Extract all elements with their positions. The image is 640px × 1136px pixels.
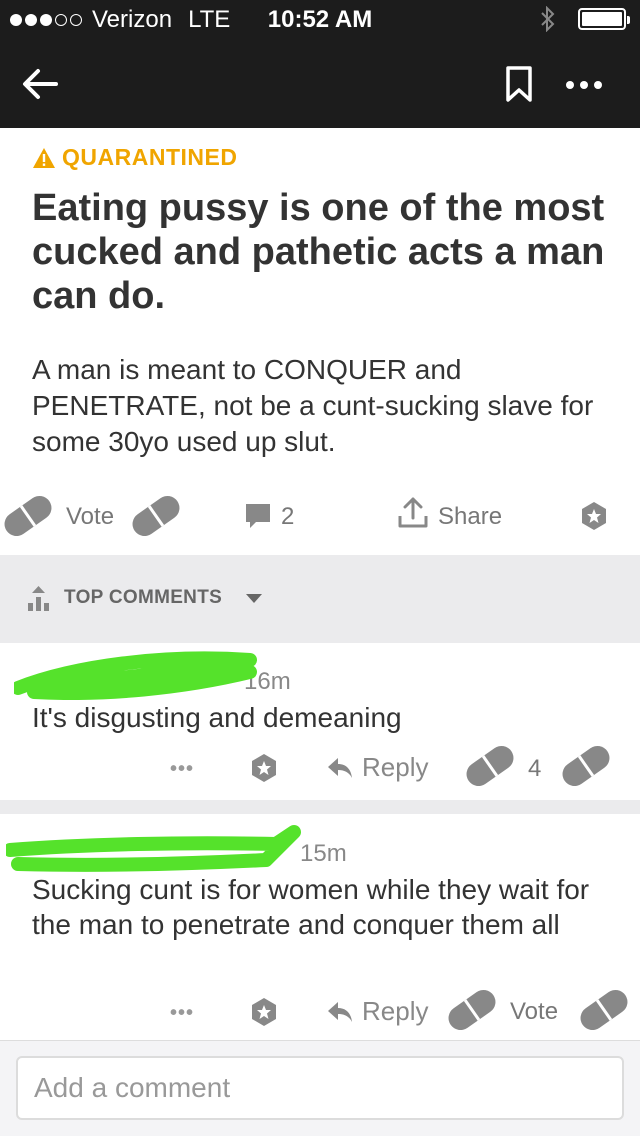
comment-text: It's disgusting and demeaning	[32, 702, 402, 733]
bookmark-icon[interactable]	[502, 64, 536, 104]
share-label[interactable]: Share	[438, 503, 502, 531]
reply-button[interactable]: Reply	[326, 752, 428, 783]
chevron-down-icon[interactable]	[246, 594, 262, 603]
sort-arrow-icon	[28, 586, 49, 611]
quarantine-badge: QUARANTINED	[32, 144, 237, 171]
vote-label: Vote	[510, 998, 559, 1025]
comment-more-icon[interactable]: •••	[170, 1002, 194, 1025]
comment-more-icon[interactable]: •••	[170, 758, 194, 781]
upvote-icon[interactable]	[444, 986, 500, 1034]
comment-score: 4	[528, 755, 542, 782]
award-star-icon[interactable]	[578, 500, 610, 532]
downvote-icon[interactable]	[558, 742, 614, 790]
award-star-icon[interactable]	[248, 996, 280, 1028]
upvote-icon[interactable]	[462, 742, 518, 790]
reply-label: Reply	[362, 752, 429, 782]
comment-bubble-icon[interactable]	[244, 502, 272, 530]
upvote-icon[interactable]	[0, 492, 56, 540]
username-redaction-scribble	[6, 825, 301, 872]
comment-divider	[0, 800, 640, 814]
post-title: Eating pussy is one of the most cucked a…	[32, 187, 605, 317]
vote-label: Vote	[66, 503, 115, 530]
post-action-bar: Vote 2 Share	[0, 490, 640, 548]
back-arrow-icon[interactable]	[18, 62, 62, 106]
reply-arrow-icon	[328, 757, 352, 778]
username-redaction-scribble	[14, 651, 257, 700]
battery-icon	[578, 8, 630, 30]
comment-age: 15m	[300, 840, 347, 867]
add-comment-input[interactable]: Add a comment	[16, 1056, 624, 1120]
downvote-icon[interactable]	[576, 986, 632, 1034]
award-star-icon[interactable]	[248, 752, 280, 784]
reply-arrow-icon	[328, 1001, 352, 1022]
reply-label: Reply	[362, 996, 429, 1026]
reply-button[interactable]: Reply	[326, 996, 428, 1027]
more-options-icon[interactable]	[564, 70, 604, 100]
warning-icon	[33, 147, 55, 168]
status-bar: Verizon LTE 10:52 AM	[0, 0, 640, 40]
post-body: A man is meant to CONQUER and PENETRATE,…	[32, 354, 594, 457]
quarantine-label: QUARANTINED	[62, 144, 238, 170]
comment-text: Sucking cunt is for women while they wai…	[32, 874, 590, 940]
comment-count: 2	[281, 503, 295, 530]
share-icon[interactable]	[396, 496, 430, 530]
bluetooth-icon	[541, 6, 555, 32]
top-app-bar	[0, 40, 640, 128]
downvote-icon[interactable]	[128, 492, 184, 540]
sort-label[interactable]: TOP COMMENTS	[64, 587, 222, 609]
